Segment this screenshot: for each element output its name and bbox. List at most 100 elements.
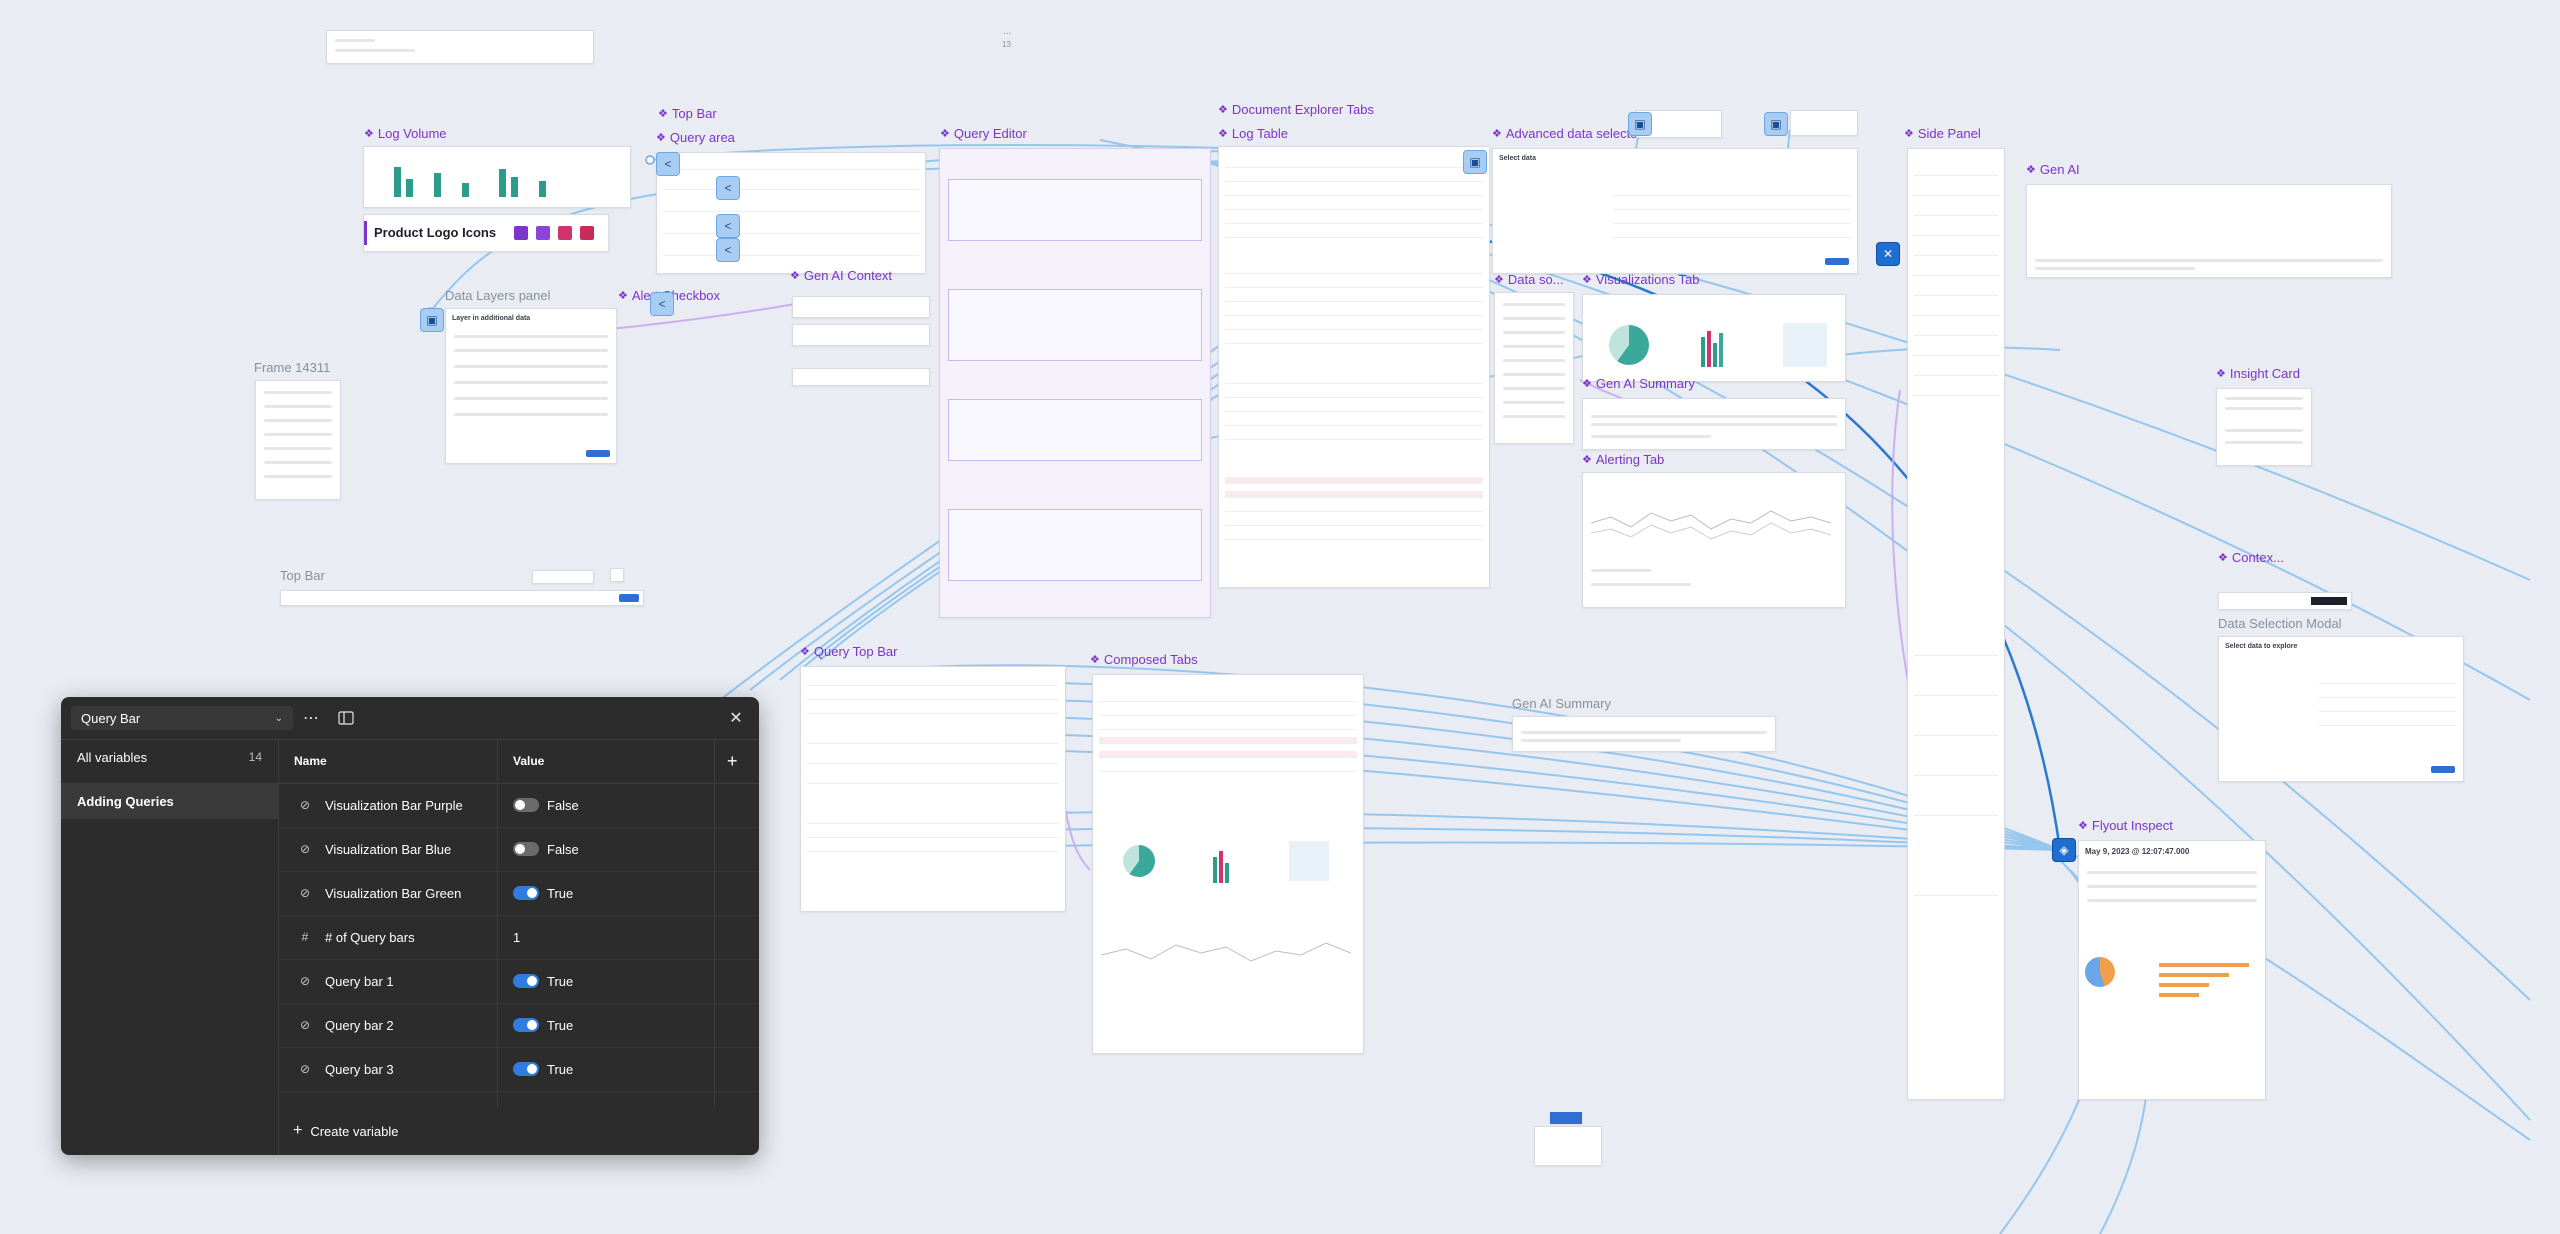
toggle-switch[interactable] — [513, 798, 539, 812]
mini-frame-bottom-button[interactable] — [1550, 1112, 1582, 1124]
frame-label-gen-ai-summary-2: Gen AI Summary — [1512, 696, 1611, 711]
frame-gen-ai-summary[interactable] — [1582, 398, 1846, 450]
frame-label-frame-14311: Frame 14311 — [254, 360, 331, 375]
variable-row[interactable]: # # of Query bars 1 — [279, 915, 759, 960]
variables-modes-sidebar: All variables 14 Adding Queries — [61, 739, 279, 1155]
design-canvas[interactable]: ... 13 ❖ Log Volume Product Logo Icons ❖ T… — [0, 0, 2560, 1234]
toggle-switch[interactable] — [513, 886, 539, 900]
frame-label-document-explorer-tabs: ❖ Document Explorer Tabs — [1218, 102, 1374, 117]
frame-label-alerting-tab: ❖ Alerting Tab — [1582, 452, 1665, 467]
frame-insight-card[interactable] — [2216, 388, 2312, 466]
variable-row[interactable]: ⊘ Visualization Bar Blue False — [279, 827, 759, 872]
boolean-icon: ⊘ — [299, 974, 311, 988]
mode-adding-queries[interactable]: Adding Queries — [61, 783, 278, 819]
document-node-icon[interactable]: ▣ — [420, 308, 444, 332]
document-node-icon[interactable]: ▣ — [1463, 150, 1487, 174]
variable-row[interactable]: ⊘ Visualization Bar Purple False — [279, 783, 759, 828]
document-node-icon[interactable]: ▣ — [1764, 112, 1788, 136]
variables-table: Name Value + ⊘ Visualization Bar Purple F… — [279, 739, 759, 1155]
variable-name: Query bar 1 — [325, 973, 394, 989]
frame-query-top-bar[interactable] — [800, 666, 1066, 912]
mode-all-variables[interactable]: All variables 14 — [61, 739, 278, 775]
variable-value: False — [547, 797, 579, 813]
mini-frame-top-left[interactable] — [326, 30, 594, 64]
frame-label-top-bar-lower: Top Bar — [280, 568, 325, 583]
frame-data-layers-panel[interactable]: Layer in additional data — [445, 308, 617, 464]
frame-gen-ai[interactable] — [2026, 184, 2392, 278]
toggle-switch[interactable] — [513, 842, 539, 856]
toggle-switch[interactable] — [513, 974, 539, 988]
frame-visualizations-tab[interactable] — [1582, 294, 1846, 382]
frame-gen-ai-context-3[interactable] — [792, 368, 930, 386]
variable-name: Visualization Bar Purple — [325, 797, 463, 813]
inspect-node-icon[interactable]: ◈ — [2052, 838, 2076, 862]
frame-gen-ai-context-1[interactable] — [792, 296, 930, 318]
frame-data-selection-modal[interactable]: Select data to explore — [2218, 636, 2464, 782]
mini-frame-top-bar-plus[interactable] — [610, 568, 624, 582]
frame-label-log-volume: ❖ Log Volume — [364, 126, 447, 141]
flow-node-icon[interactable]: < — [650, 292, 674, 316]
variable-row[interactable]: ⊘ Query bar 3 True — [279, 1047, 759, 1092]
frame-advanced-data-selector[interactable]: Select data — [1492, 148, 1858, 274]
frame-query-area[interactable] — [656, 152, 926, 274]
composed-line-chart — [1101, 942, 1351, 962]
frame-side-panel[interactable] — [1907, 148, 2005, 1100]
variable-value[interactable]: 1 — [513, 930, 520, 945]
frame-data-source[interactable] — [1494, 292, 1574, 444]
variable-value: True — [547, 1017, 574, 1033]
label-small-number: 13 — [1002, 40, 1011, 49]
frame-log-table[interactable] — [1218, 146, 1490, 588]
frame-gen-ai-summary-2[interactable] — [1512, 716, 1776, 752]
flow-node-icon[interactable]: < — [656, 152, 680, 176]
variables-panel[interactable]: Query Bar ⌄ ⋯ ✕ All variables 14 Adding … — [61, 697, 759, 1155]
sidebar-toggle-icon[interactable] — [335, 707, 357, 729]
close-icon[interactable]: ✕ — [725, 707, 747, 729]
frame-label-gen-ai-context: ❖ Gen AI Context — [790, 268, 893, 283]
create-variable-button[interactable]: + Create variable — [279, 1107, 759, 1155]
variables-table-header: Name Value + — [279, 739, 759, 784]
data-layers-title: Layer in additional data — [452, 315, 531, 322]
frame-label-context: ❖ Contex... — [2218, 550, 2284, 565]
variable-name: Visualization Bar Green — [325, 885, 462, 901]
more-options-icon[interactable]: ⋯ — [300, 707, 322, 729]
boolean-icon: ⊘ — [299, 886, 311, 900]
frame-composed-tabs[interactable] — [1092, 674, 1364, 1054]
frame-label-data-layers-panel: Data Layers panel — [445, 288, 551, 303]
frame-query-editor[interactable] — [939, 148, 1211, 618]
variable-name: # of Query bars — [325, 929, 415, 945]
frame-label-query-top-bar: ❖ Query Top Bar — [800, 644, 898, 659]
variable-row[interactable]: ⊘ Query bar 1 True — [279, 959, 759, 1004]
mini-frame-bottom-card[interactable] — [1534, 1126, 1602, 1166]
alerting-line-chart — [1591, 510, 1831, 540]
document-node-icon[interactable]: ▣ — [1628, 112, 1652, 136]
frame-alerting-tab[interactable] — [1582, 472, 1846, 608]
toggle-switch[interactable] — [513, 1018, 539, 1032]
frame-context[interactable] — [2218, 592, 2352, 610]
frame-gen-ai-context-2[interactable] — [792, 324, 930, 346]
flow-node-icon[interactable]: < — [716, 176, 740, 200]
mode-label: All variables — [77, 749, 148, 765]
close-node-icon[interactable]: ✕ — [1876, 242, 1900, 266]
mini-frame-top-bar-menu[interactable] — [532, 570, 594, 584]
frame-product-logo-icons[interactable]: Product Logo Icons — [363, 214, 609, 252]
collection-select[interactable]: Query Bar ⌄ — [71, 706, 293, 730]
frame-top-bar-lower[interactable] — [280, 590, 644, 606]
flow-node-icon[interactable]: < — [716, 214, 740, 238]
mode-count: 14 — [248, 750, 262, 764]
frame-log-volume[interactable] — [363, 146, 631, 208]
add-mode-icon[interactable]: + — [727, 739, 738, 783]
frame-label-advanced-data-selector: ❖ Advanced data selector — [1492, 126, 1642, 141]
variable-name: Query bar 2 — [325, 1017, 394, 1033]
variable-value: True — [547, 885, 574, 901]
collection-name: Query Bar — [81, 710, 141, 726]
label-ellipsis: ... — [1003, 26, 1012, 37]
frame-label-query-area: ❖ Query area — [656, 130, 735, 145]
frame-label-query-editor: ❖ Query Editor — [940, 126, 1027, 141]
frame-flyout-inspect[interactable]: May 9, 2023 @ 12:07:47.000 — [2078, 840, 2266, 1100]
toggle-switch[interactable] — [513, 1062, 539, 1076]
flow-node-icon[interactable]: < — [716, 238, 740, 262]
variable-row[interactable]: ⊘ Visualization Bar Green True — [279, 871, 759, 916]
variable-row[interactable]: ⊘ Query bar 2 True — [279, 1003, 759, 1048]
mini-frame-selector-menu-2[interactable] — [1790, 110, 1858, 136]
frame-14311[interactable] — [255, 380, 341, 500]
